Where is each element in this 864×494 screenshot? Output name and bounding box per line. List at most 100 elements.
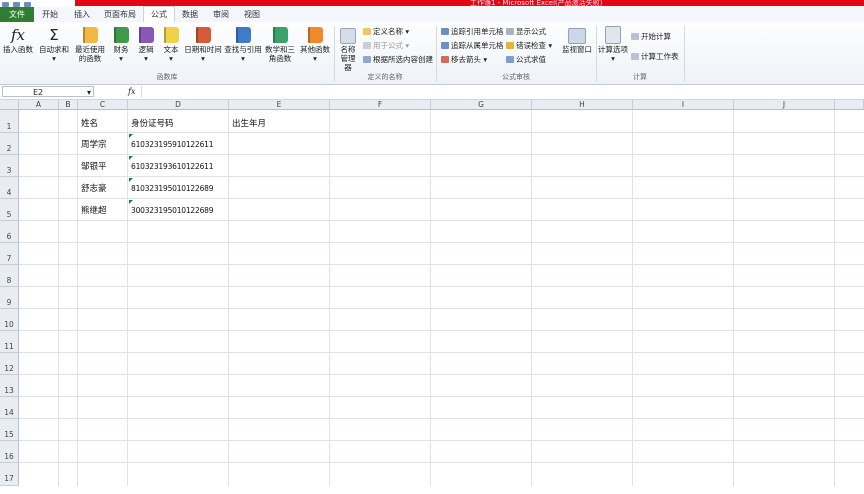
trace-dependents-button[interactable]: 追踪从属单元格: [441, 41, 504, 51]
watch-window-button[interactable]: 监视窗口: [560, 26, 594, 54]
trace-precedents-button[interactable]: 追踪引用单元格: [441, 27, 504, 37]
financial-button[interactable]: 财务 ▾: [111, 26, 131, 63]
calc-now-button[interactable]: 开始计算: [631, 32, 671, 42]
row-header-5[interactable]: 5: [0, 199, 19, 221]
cell-d1[interactable]: 身份证号码: [131, 117, 174, 129]
cell-c2[interactable]: 周学宗: [81, 138, 107, 150]
column-header-a[interactable]: A: [19, 100, 59, 110]
star-book-icon: [82, 27, 98, 43]
row-header-10[interactable]: 10: [0, 309, 19, 331]
fx-icon: fx: [10, 26, 25, 44]
tab-data[interactable]: 数据: [176, 7, 204, 22]
name-manager-button[interactable]: 名称管理器: [336, 26, 360, 72]
math-button[interactable]: 数学和三角函数: [264, 26, 296, 63]
row-header-4[interactable]: 4: [0, 177, 19, 199]
fx-button[interactable]: fx: [128, 85, 135, 99]
gridline: [19, 308, 864, 309]
error-checking-button[interactable]: 错误检查 ▾: [506, 41, 552, 51]
cell-c5[interactable]: 熊继超: [81, 204, 107, 216]
group-label-names: 定义的名称: [367, 73, 403, 81]
datetime-button[interactable]: 日期和时间 ▾: [184, 26, 222, 63]
row-header-14[interactable]: 14: [0, 397, 19, 419]
error-indicator-icon: [129, 156, 133, 160]
column-header-i[interactable]: I: [633, 100, 734, 110]
show-formulas-button[interactable]: 显示公式: [506, 27, 546, 37]
column-header-g[interactable]: G: [431, 100, 532, 110]
column-header-b[interactable]: B: [59, 100, 78, 110]
cell-d3[interactable]: 610323193610122611: [131, 162, 213, 171]
column-header-e[interactable]: E: [229, 100, 330, 110]
row-header-15[interactable]: 15: [0, 419, 19, 441]
gridline: [19, 330, 864, 331]
logical-button[interactable]: 逻辑 ▾: [136, 26, 156, 63]
row-header-16[interactable]: 16: [0, 441, 19, 463]
gridline: [834, 110, 835, 486]
arrow-icon: [441, 56, 449, 63]
row-header-17[interactable]: 17: [0, 463, 19, 486]
formula-icon: [363, 42, 371, 49]
ribbon: fx 插入函数 Σ 自动求和 ▾ 最近使用的函数 财务 ▾ 逻辑 ▾ 文本 ▾ 日期和时…: [0, 22, 864, 85]
recent-functions-button[interactable]: 最近使用的函数: [71, 26, 109, 63]
gridline: [19, 132, 864, 133]
autosum-button[interactable]: Σ 自动求和 ▾: [38, 26, 70, 63]
text-button[interactable]: 文本 ▾: [161, 26, 181, 63]
create-from-selection-button[interactable]: 根据所选内容创建: [363, 55, 433, 65]
calculator-icon: [605, 26, 621, 44]
cell-c1[interactable]: 姓名: [81, 117, 98, 129]
use-in-formula-button[interactable]: 用于公式 ▾: [363, 41, 409, 51]
column-header-c[interactable]: C: [78, 100, 128, 110]
column-header-k[interactable]: [835, 100, 864, 110]
calc-options-button[interactable]: 计算选项 ▾: [598, 26, 628, 63]
gridline: [430, 110, 431, 486]
row-header-2[interactable]: 2: [0, 133, 19, 155]
row-header-6[interactable]: 6: [0, 221, 19, 243]
chevron-down-icon[interactable]: ▾: [87, 87, 91, 98]
spreadsheet-grid[interactable]: A B C D E F G H I J 1 2 3 4 5 6 7 8 9 10…: [0, 100, 864, 486]
math-book-icon: [272, 27, 288, 43]
name-box[interactable]: E2 ▾: [2, 86, 94, 97]
select-all-corner[interactable]: [0, 100, 19, 110]
tab-file[interactable]: 文件: [0, 7, 34, 22]
column-header-h[interactable]: H: [532, 100, 633, 110]
row-header-12[interactable]: 12: [0, 353, 19, 375]
cell-d2[interactable]: 610323195910122611: [131, 140, 213, 149]
name-manager-icon: [340, 28, 356, 44]
evaluate-formula-button[interactable]: 公式求值: [506, 55, 546, 65]
column-header-d[interactable]: D: [128, 100, 229, 110]
column-header-f[interactable]: F: [330, 100, 431, 110]
row-header-8[interactable]: 8: [0, 265, 19, 287]
row-header-11[interactable]: 11: [0, 331, 19, 353]
tab-insert[interactable]: 插入: [68, 7, 96, 22]
tab-page-layout[interactable]: 页面布局: [100, 7, 140, 22]
row-header-3[interactable]: 3: [0, 155, 19, 177]
gridline: [632, 110, 633, 486]
tab-view[interactable]: 视图: [238, 7, 266, 22]
other-functions-button[interactable]: 其他函数 ▾: [298, 26, 332, 63]
cell-c4[interactable]: 舒志豪: [81, 182, 107, 194]
define-name-button[interactable]: 定义名称 ▾: [363, 27, 409, 37]
cell-c3[interactable]: 邹银平: [81, 160, 107, 172]
insert-function-button[interactable]: fx 插入函数: [2, 26, 34, 54]
row-header-1[interactable]: 1: [0, 110, 19, 133]
quick-access-toolbar[interactable]: [2, 0, 62, 7]
text-book-icon: [163, 27, 179, 43]
tab-home[interactable]: 开始: [36, 7, 64, 22]
lookup-button[interactable]: 查找与引用 ▾: [224, 26, 262, 63]
row-header-9[interactable]: 9: [0, 287, 19, 309]
cell-d4[interactable]: 810323195010122689: [131, 184, 213, 193]
row-header-13[interactable]: 13: [0, 375, 19, 397]
grid-icon: [363, 56, 371, 63]
column-header-j[interactable]: J: [734, 100, 835, 110]
ribbon-tabs: 文件 开始 插入 页面布局 公式 数据 审阅 视图: [0, 6, 864, 24]
row-header-7[interactable]: 7: [0, 243, 19, 265]
remove-arrows-button[interactable]: 移去箭头 ▾: [441, 55, 487, 65]
cell-d5[interactable]: 300323195010122689: [131, 206, 213, 215]
cell-e1[interactable]: 出生年月: [232, 117, 266, 129]
gridline: [19, 418, 864, 419]
group-label-auditing: 公式审核: [502, 73, 530, 81]
group-label-calc: 计算: [633, 73, 647, 81]
formula-input[interactable]: [141, 86, 862, 97]
gridline: [58, 110, 59, 486]
calc-sheet-button[interactable]: 计算工作表: [631, 52, 679, 62]
tab-review[interactable]: 审阅: [207, 7, 235, 22]
